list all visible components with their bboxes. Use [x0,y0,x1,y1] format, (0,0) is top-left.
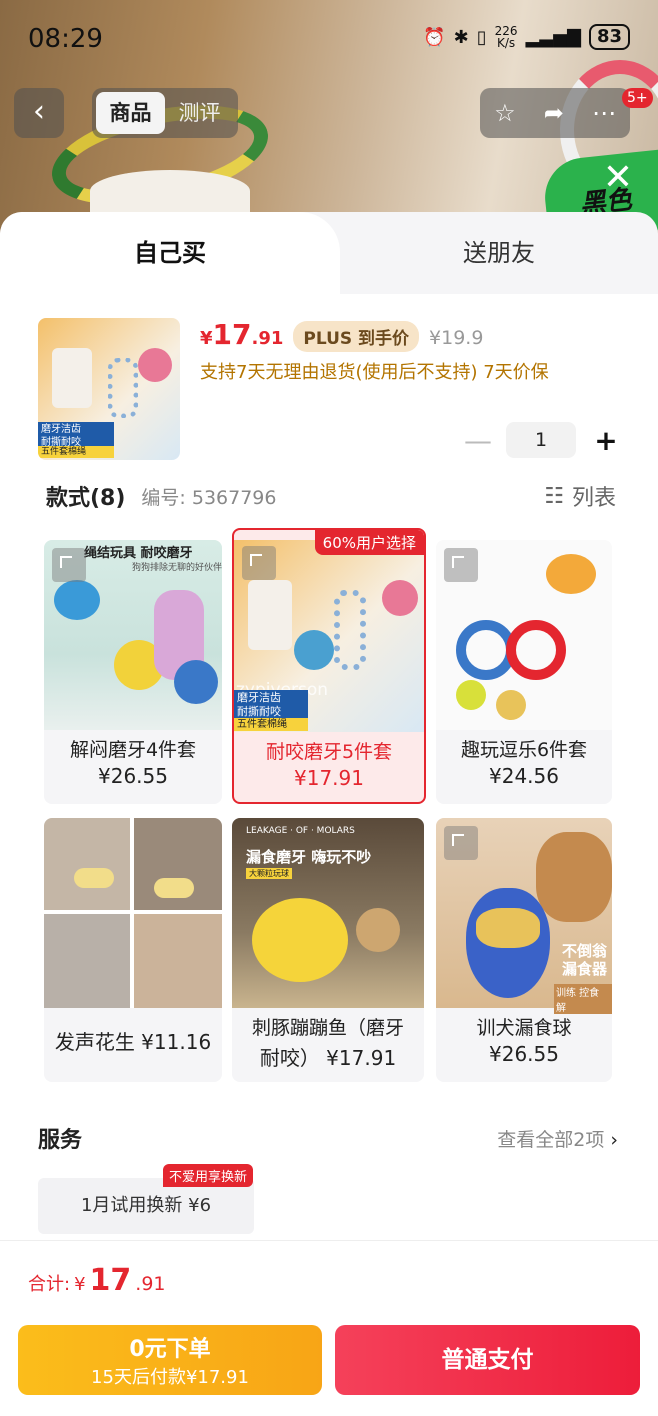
increase-quantity-button[interactable]: + [594,424,618,457]
list-icon: ☷ [544,483,564,509]
checkout-bar: 合计: ¥17.91 0元下单 15天后付款¥17.91 普通支付 [0,1240,658,1416]
product-code: 编号: 5367796 [141,486,277,509]
purchase-tabs: 自己买 送朋友 [0,212,658,294]
expand-image-icon[interactable] [242,546,276,580]
favorite-star-icon[interactable]: ☆ [494,99,516,127]
vibrate-icon: ▯ [476,26,487,48]
bluetooth-icon: ✱ [453,26,469,48]
style-section-header: 款式(8) 编号: 5367796 ☷ 列表 [46,476,616,516]
quantity-stepper: — 1 + [464,422,618,458]
style-option-image: LEAKAGE · OF · MOLARS 漏食磨牙 嗨玩不吵 大颗粒玩球 [232,818,424,1008]
service-promo-tag: 不爱用享换新 [163,1164,254,1187]
expand-image-icon[interactable] [444,548,478,582]
list-view-button[interactable]: ☷ 列表 [544,480,616,512]
network-speed: 226 K/s [494,24,518,50]
after-sale-service-text: 支持7天无理由退货(使用后不支持) 7天价保 [200,362,549,383]
clock: 08:29 [28,24,103,54]
style-option-4[interactable]: 发声花生 ¥11.16 [44,818,222,1082]
normal-pay-button[interactable]: 普通支付 [335,1325,640,1395]
buy-now-pay-later-button[interactable]: 0元下单 15天后付款¥17.91 [18,1325,322,1395]
share-icon[interactable]: ➦ [544,99,564,127]
message-badge: 5+ [622,88,653,108]
tab-product[interactable]: 商品 [96,92,165,134]
signal-icon: ▂▃▅▇ [525,26,581,48]
more-icon[interactable]: ⋯ [592,99,616,127]
chevron-left-icon: ‹ [33,94,45,129]
style-option-1[interactable]: 绳结玩具 耐咬磨牙 狗狗排除无聊的好伙伴 解闷磨牙4件套 ¥26.55 [44,540,222,804]
style-section-title: 款式(8) [46,486,126,511]
tab-gift-friend[interactable]: 送朋友 [340,212,658,294]
tab-review[interactable]: 测评 [165,92,234,134]
total-price: 合计: ¥17.91 [28,1263,166,1298]
decrease-quantity-button[interactable]: — [464,424,492,457]
view-all-services-link[interactable]: 查看全部2项 › [497,1125,618,1152]
style-option-2-selected[interactable]: zypiverson 磨牙洁齿耐撕耐咬 五件套棉绳 60%用户选择 耐咬磨牙5件… [232,528,426,804]
style-option-5[interactable]: LEAKAGE · OF · MOLARS 漏食磨牙 嗨玩不吵 大颗粒玩球 刺豚… [232,818,424,1082]
page-tabs: 商品 测评 [92,88,238,138]
tab-buy-self[interactable]: 自己买 [0,212,340,294]
nav-actions: ☆ ➦ ⋯ [480,88,630,138]
battery-indicator: 83 [588,24,630,50]
current-price: ¥17.91 [200,318,284,351]
back-button[interactable]: ‹ [14,88,64,138]
style-option-3[interactable]: 趣玩逗乐6件套 ¥24.56 [436,540,612,804]
expand-image-icon[interactable] [444,826,478,860]
plus-price-tag: PLUS 到手价 [293,321,420,352]
quantity-input[interactable]: 1 [506,422,576,458]
original-price: ¥19.9 [429,327,484,349]
expand-image-icon[interactable] [52,548,86,582]
service-section-header: 服务 查看全部2项 › [38,1118,618,1158]
status-bar: 08:29 ⏰ ✱ ▯ 226 K/s ▂▃▅▇ 83 [0,0,658,80]
style-option-image [44,818,222,1008]
close-icon[interactable]: ✕ [598,158,638,198]
alarm-icon: ⏰ [423,26,446,48]
service-title: 服务 [38,1128,83,1153]
price-row: ¥17.91 PLUS 到手价 ¥19.9 [200,318,483,352]
chevron-right-icon: › [610,1128,618,1151]
selected-product-thumbnail: 磨牙洁齿 耐撕耐咬 五件套棉绳 [38,318,180,460]
style-option-6[interactable]: 不倒翁 漏食器 训练 控食 解 训犬漏食球 ¥26.55 [436,818,612,1082]
popular-choice-ribbon: 60%用户选择 [314,530,424,555]
